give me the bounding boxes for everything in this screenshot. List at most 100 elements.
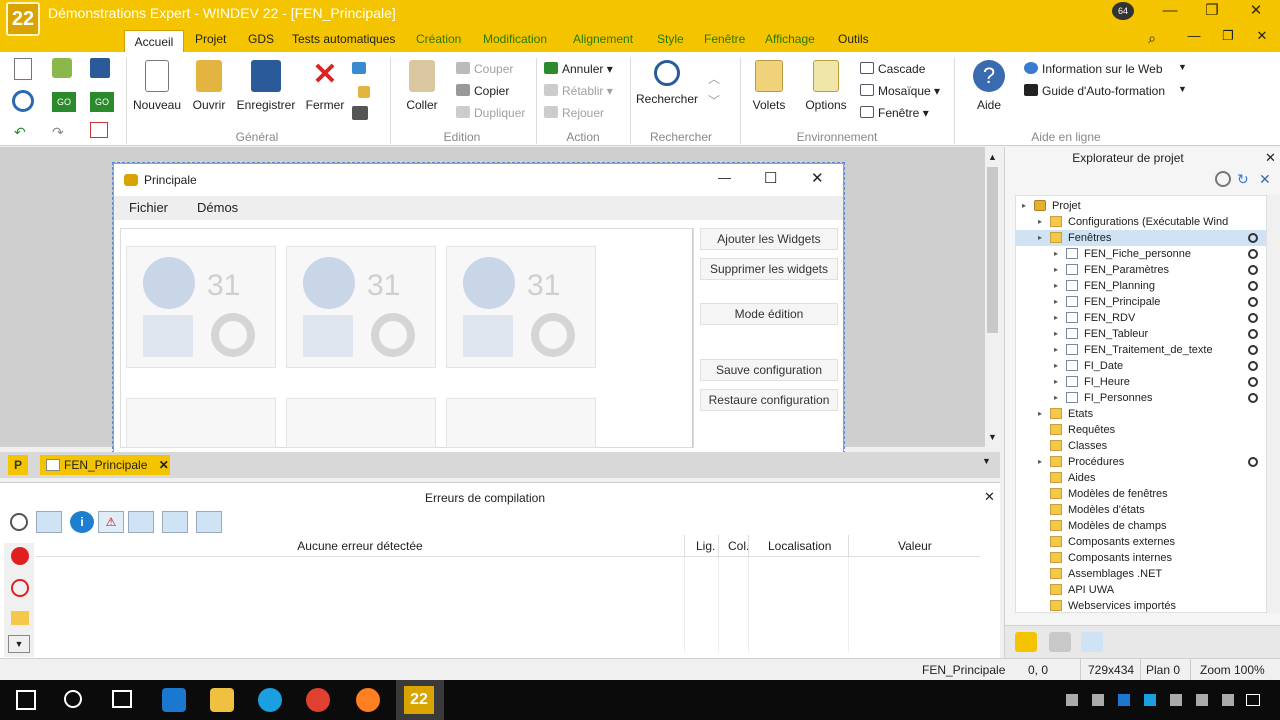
window-close-button[interactable]: ✕: [811, 169, 824, 187]
explorer-tab-project-icon[interactable]: [1015, 632, 1037, 652]
expand-icon[interactable]: ▸: [1054, 374, 1058, 390]
scroll-down-icon[interactable]: ▼: [988, 432, 997, 442]
clip-icon[interactable]: [358, 86, 370, 98]
tree-item[interactable]: Aides: [1016, 470, 1266, 486]
tab-fenetre[interactable]: Fenêtre: [704, 28, 745, 52]
column-valeur[interactable]: Valeur: [898, 539, 932, 553]
column-ligne[interactable]: Lig.: [696, 539, 715, 553]
edge-icon[interactable]: [162, 688, 186, 712]
expand-icon[interactable]: ▸: [1054, 326, 1058, 342]
tree-item[interactable]: Composants externes: [1016, 534, 1266, 550]
tree-item[interactable]: Modèles de fenêtres: [1016, 486, 1266, 502]
tree-item[interactable]: ▸ FEN_Planning: [1016, 278, 1266, 294]
window-maximize-button[interactable]: ☐: [764, 169, 777, 187]
widget-placeholder[interactable]: 31: [446, 246, 596, 368]
dropdown-icon[interactable]: ▼: [8, 635, 30, 653]
column-colonne[interactable]: Col.: [728, 539, 749, 553]
ajouter-widgets-button[interactable]: Ajouter les Widgets: [700, 228, 838, 250]
task-view-icon[interactable]: [112, 690, 132, 708]
folder-icon[interactable]: [11, 611, 29, 625]
couper-button[interactable]: Couper: [456, 59, 513, 79]
go-icon[interactable]: GO: [52, 92, 76, 112]
tab-outils[interactable]: Outils: [838, 28, 869, 52]
information-web-button[interactable]: Information sur le Web: [1024, 59, 1163, 79]
tree-item[interactable]: Assemblages .NET: [1016, 566, 1266, 582]
restaure-configuration-button[interactable]: Restaure configuration: [700, 389, 838, 411]
explorer-icon[interactable]: [210, 688, 234, 712]
tab-accueil[interactable]: Accueil: [124, 30, 184, 54]
mdi-minimize-icon[interactable]: —: [1182, 28, 1206, 50]
stop-icon[interactable]: [11, 547, 29, 565]
tree-item[interactable]: ▸ FEN_Traitement_de_texte: [1016, 342, 1266, 358]
windows-start-icon[interactable]: [16, 690, 36, 710]
widget-placeholder[interactable]: [446, 398, 596, 448]
gear-icon[interactable]: [12, 90, 34, 112]
search-icon[interactable]: [10, 513, 28, 531]
tab-affichage[interactable]: Affichage: [765, 28, 815, 52]
tree-item[interactable]: API UWA: [1016, 582, 1266, 598]
designed-window[interactable]: Principale — ☐ ✕ Fichier Démos 31 31 31: [112, 162, 845, 454]
widget-placeholder[interactable]: [286, 398, 436, 448]
editor-scrollbar[interactable]: ▲ ▼: [985, 147, 1000, 447]
refresh-icon[interactable]: ↻: [1237, 171, 1253, 187]
list-icon[interactable]: [196, 511, 222, 533]
tab-gds[interactable]: GDS: [248, 28, 274, 52]
tree-item[interactable]: Webservices importés: [1016, 598, 1266, 612]
chevron-down-icon[interactable]: ▼: [1178, 84, 1187, 94]
expand-icon[interactable]: ▸: [1054, 246, 1058, 262]
sauve-configuration-button[interactable]: Sauve configuration: [700, 359, 838, 381]
tree-item[interactable]: ▸ FEN_RDV: [1016, 310, 1266, 326]
tab-style[interactable]: Style: [657, 28, 684, 52]
guide-autoformation-button[interactable]: Guide d'Auto-formation: [1024, 81, 1165, 101]
redo-icon[interactable]: ↷: [52, 124, 64, 141]
tab-projet[interactable]: Projet: [195, 28, 226, 52]
warning-icon[interactable]: ⚠: [98, 511, 124, 533]
tree-scrollbar[interactable]: [1267, 195, 1280, 613]
tree-item[interactable]: Classes: [1016, 438, 1266, 454]
expand-icon[interactable]: ▸: [1054, 278, 1058, 294]
minimize-button[interactable]: —: [1150, 0, 1190, 24]
expand-icon[interactable]: ▸: [1022, 198, 1026, 214]
no-entry-icon[interactable]: [11, 579, 29, 597]
system-tray[interactable]: [1066, 694, 1266, 708]
refresh-icon[interactable]: [36, 511, 62, 533]
expand-icon[interactable]: ▸: [1054, 390, 1058, 406]
tree-item[interactable]: ▸ FI_Heure: [1016, 374, 1266, 390]
search-icon[interactable]: [64, 690, 82, 708]
search-icon[interactable]: [1215, 171, 1231, 187]
tree-item[interactable]: ▸ FI_Personnes: [1016, 390, 1266, 406]
search-icon[interactable]: ⌕: [1140, 30, 1164, 50]
nouveau-button[interactable]: Nouveau: [130, 58, 184, 124]
volets-button[interactable]: Volets: [746, 58, 792, 124]
options-button[interactable]: Options: [802, 58, 850, 124]
panel-close-icon[interactable]: ✕: [984, 489, 995, 505]
tree-item[interactable]: ▸ FEN_Tableur: [1016, 326, 1266, 342]
mode-edition-button[interactable]: Mode édition: [700, 303, 838, 325]
maximize-button[interactable]: ❐: [1192, 0, 1232, 24]
wand-icon[interactable]: [352, 62, 366, 74]
tab-creation[interactable]: Création: [416, 28, 461, 52]
firefox-icon[interactable]: [356, 688, 380, 712]
tree-item[interactable]: ▸ Fenêtres: [1016, 230, 1266, 246]
tab-alignement[interactable]: Alignement: [573, 28, 633, 52]
chevron-down-icon[interactable]: ﹀: [708, 92, 720, 109]
tree-item[interactable]: Requêtes: [1016, 422, 1266, 438]
expand-icon[interactable]: ▸: [1054, 358, 1058, 374]
fermer-button[interactable]: ✕ Fermer: [302, 58, 348, 124]
window-minimize-button[interactable]: —: [718, 170, 731, 185]
expand-icon[interactable]: ▸: [1054, 342, 1058, 358]
go-project-icon[interactable]: GO: [90, 92, 114, 112]
column-localisation[interactable]: Localisation: [768, 539, 831, 553]
image-filter-icon[interactable]: [128, 511, 154, 533]
chevron-down-icon[interactable]: ▼: [982, 456, 991, 466]
hierarchy-icon[interactable]: [228, 511, 248, 533]
tree-item[interactable]: ▸ FEN_Fiche_personne: [1016, 246, 1266, 262]
info-icon[interactable]: i: [70, 511, 94, 533]
undo-icon[interactable]: ↶: [14, 124, 26, 141]
scroll-up-icon[interactable]: ▲: [988, 152, 997, 162]
supprimer-widgets-button[interactable]: Supprimer les widgets: [700, 258, 838, 280]
tree-item[interactable]: ▸ FEN_Paramètres: [1016, 262, 1266, 278]
tree-item[interactable]: ▸ Projet: [1016, 198, 1266, 214]
tree-item[interactable]: ▸ Etats: [1016, 406, 1266, 422]
tree-item[interactable]: Modèles d'états: [1016, 502, 1266, 518]
